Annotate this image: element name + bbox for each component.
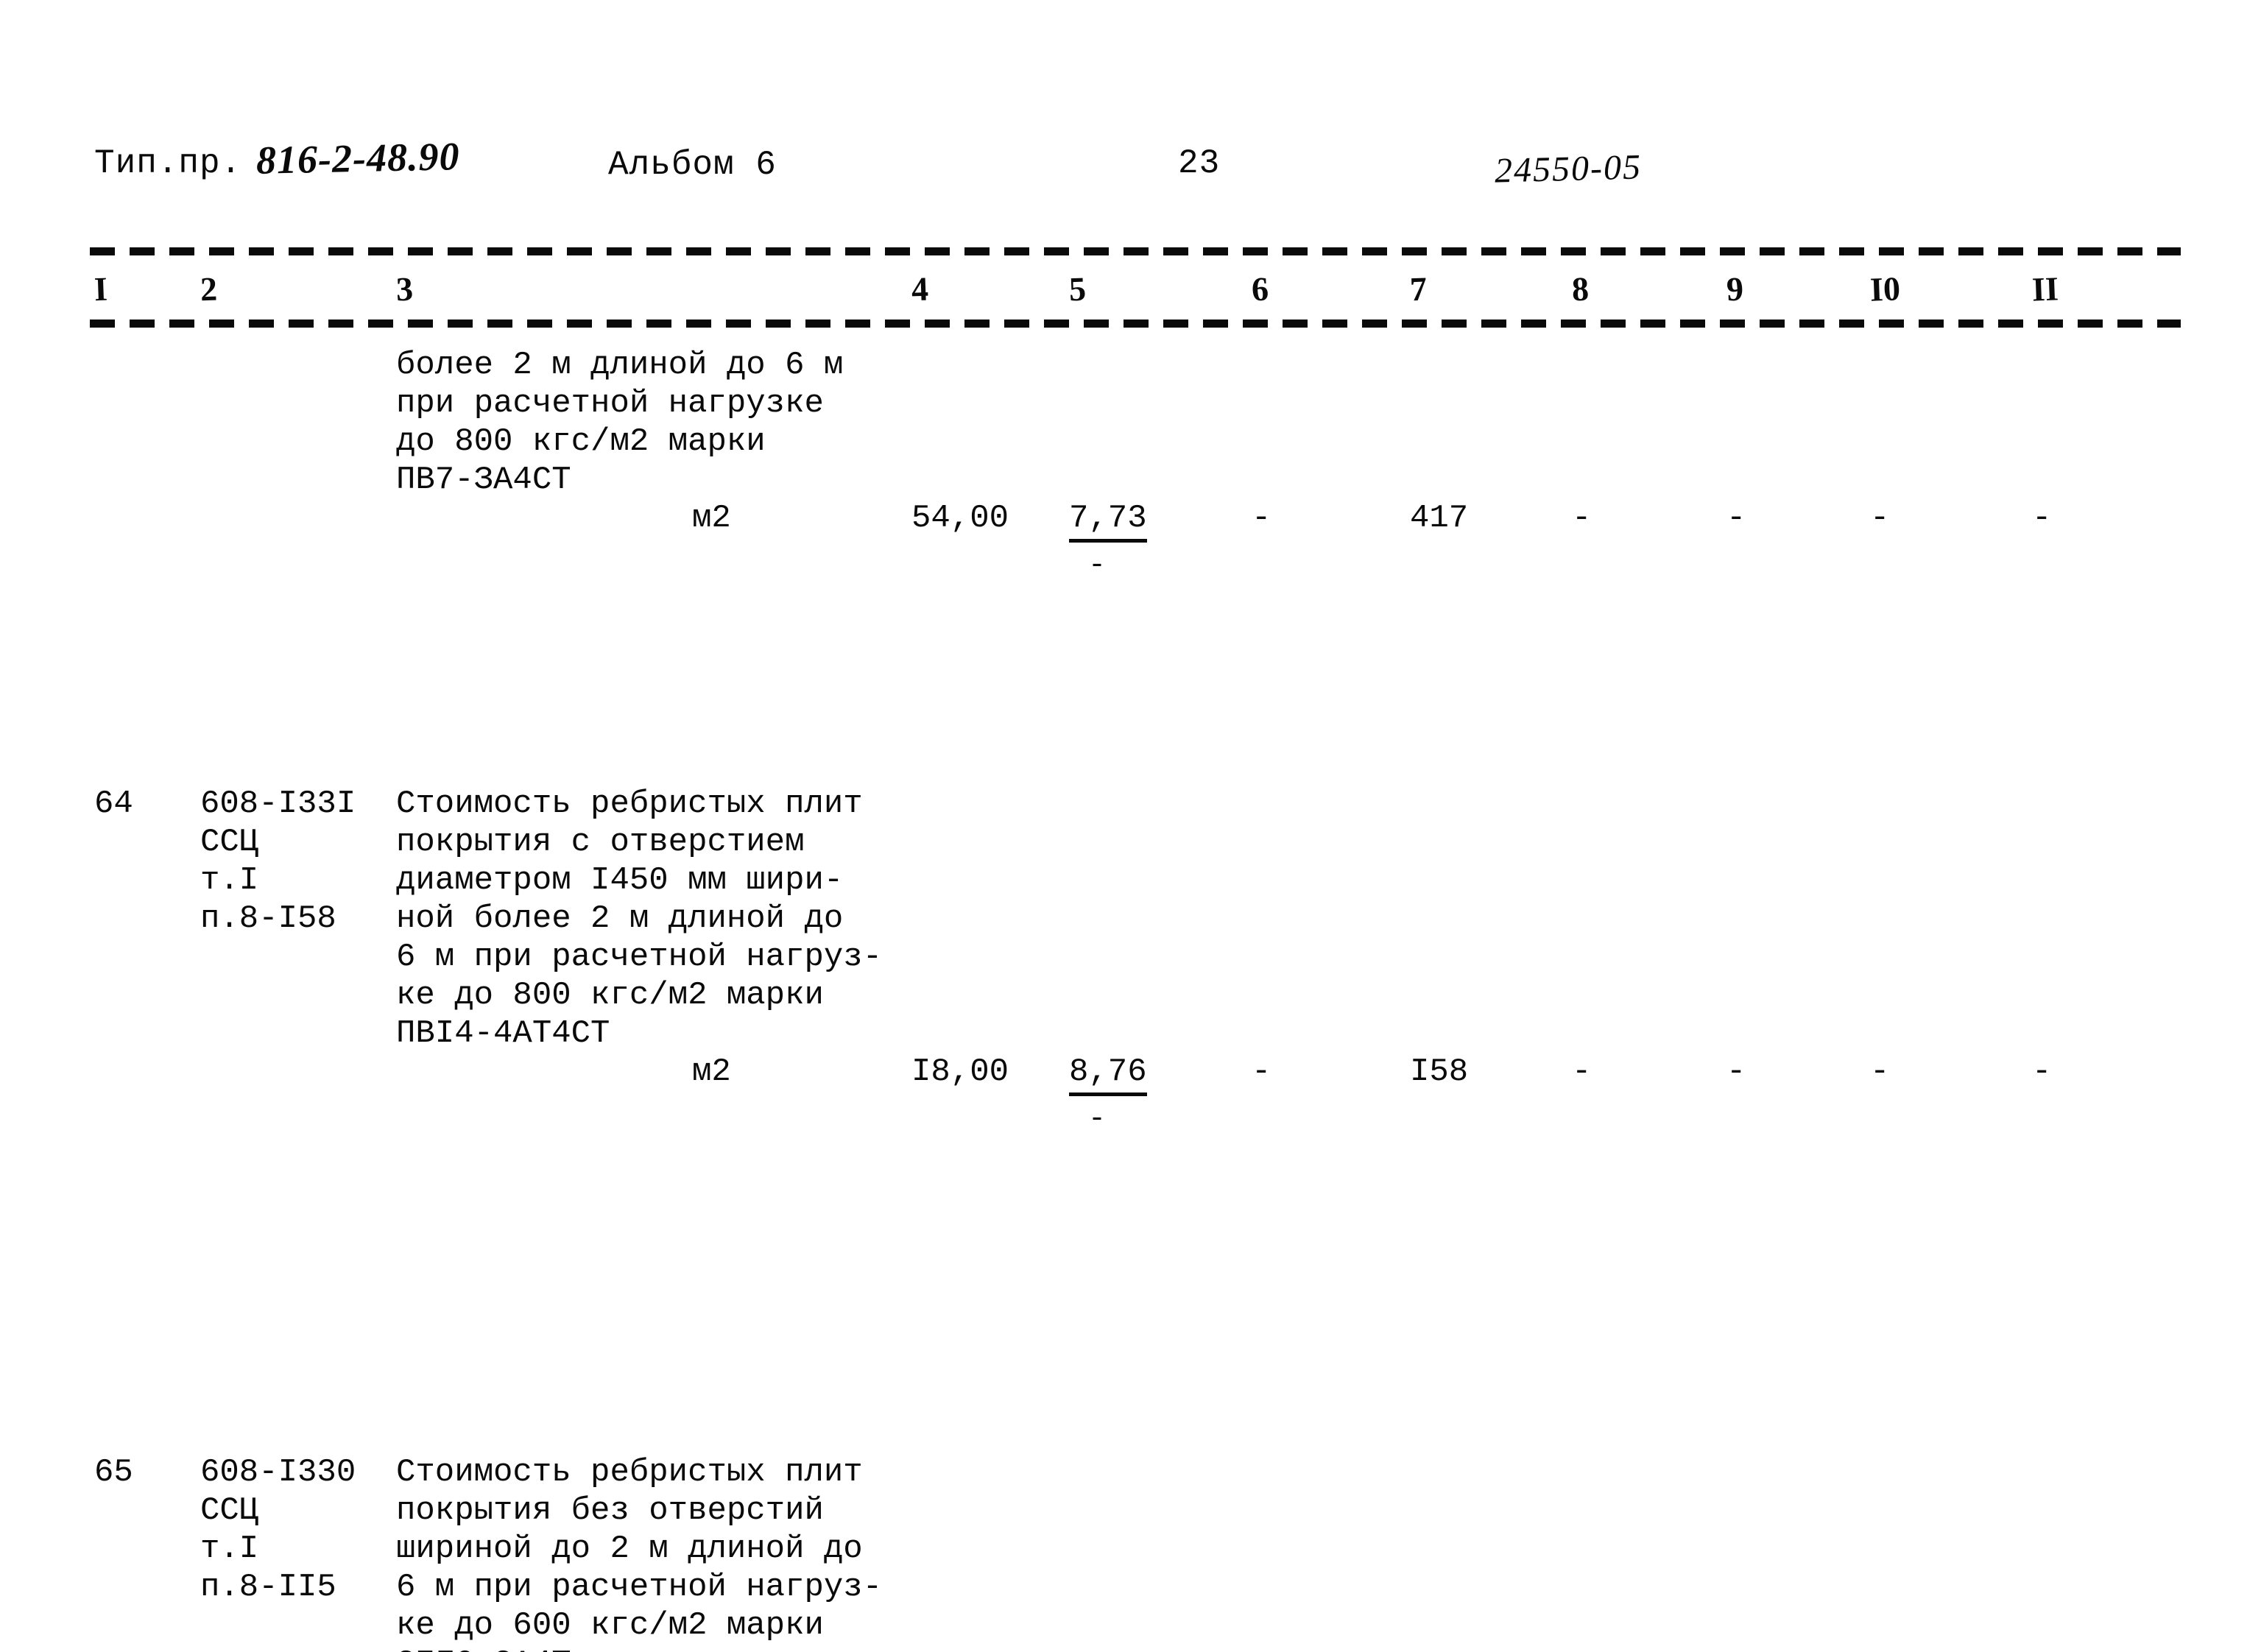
table-rule-bottom — [90, 320, 2181, 328]
row-number: 64 — [94, 786, 133, 822]
column-header-9: 9 — [1726, 269, 1744, 308]
project-type-label: Тип.пр. — [94, 144, 242, 183]
row-col11: - — [2032, 500, 2052, 537]
row-code-line: т.I — [200, 1531, 259, 1567]
row-unit-cost-numerator: 7,73 — [1069, 499, 1147, 543]
table-row: 66608-I326ССЦт.Iп.8-I42Стоимость ребрист… — [0, 1112, 2261, 1341]
scanned-document-page: Тип.пр. 816-2-48.90 Альбом 6 23 24550-05… — [0, 0, 2261, 1652]
row-description-line: 6 м при расчетной нагруз- — [396, 1569, 883, 1606]
row-code-line: ССЦ — [200, 1492, 259, 1529]
row-description-line: более 2 м длиной до 6 м — [396, 347, 844, 384]
row-description-line: покрытия без отверстий — [396, 1492, 824, 1529]
row-description-line: ПВ7-ЗА4СТ — [396, 462, 571, 498]
row-total-cost: 417 — [1410, 500, 1469, 537]
row-col10: - — [1870, 500, 1890, 537]
album-label: Альбом 6 — [608, 146, 777, 184]
row-description-line: до 800 кгс/м2 марки — [396, 423, 766, 460]
document-code: 24550-05 — [1494, 147, 1643, 191]
row-description-line: при расчетной нагрузке — [396, 385, 824, 422]
column-header-I0: I0 — [1869, 269, 1901, 308]
column-header-6: 6 — [1251, 269, 1269, 308]
table-row: 64 608-I33I ССЦ т.I п.8-I58 Стоимость ребрист… — [0, 537, 2261, 1136]
table-rule-top — [90, 247, 2181, 255]
row-col6: - — [1252, 500, 1271, 537]
column-header-II: II — [2031, 269, 2059, 308]
column-header-7: 7 — [1409, 269, 1428, 308]
row-code-line: 608-I330 — [200, 1454, 356, 1491]
project-type-code: 816-2-48.90 — [255, 134, 461, 183]
row-code-line: 608-I33I — [200, 786, 356, 822]
table-body: более 2 м длиной до 6 м при расчетной наг… — [0, 346, 2261, 1652]
table-row: более 2 м длиной до 6 м при расчетной наг… — [0, 346, 2261, 582]
table-row: 65 608-I330 ССЦ т.I п.8-II5 Стоимость ребрист… — [0, 844, 2261, 1652]
row-description-line: шириной до 2 м длиной до — [396, 1531, 863, 1567]
column-header-5: 5 — [1068, 269, 1087, 308]
column-header-2: 2 — [200, 269, 218, 308]
page-header: Тип.пр. 816-2-48.90 Альбом 6 23 24550-05 — [0, 134, 2261, 196]
row-number: 65 — [94, 1454, 133, 1491]
row-description-line: ке до 600 кгс/м2 марки — [396, 1607, 824, 1644]
row-unit: м2 — [692, 500, 731, 537]
row-col9: - — [1726, 500, 1746, 537]
column-header-3: 3 — [395, 269, 414, 308]
page-number: 23 — [1178, 144, 1221, 183]
column-header-I: I — [94, 269, 108, 308]
row-col8: - — [1572, 500, 1592, 537]
row-quantity: 54,00 — [911, 500, 1009, 537]
row-code-line: п.8-II5 — [200, 1569, 336, 1606]
row-description-line: Стоимость ребристых плит — [396, 1454, 863, 1491]
column-header-8: 8 — [1571, 269, 1590, 308]
row-description-line: 2ПГ6-2А4Т — [396, 1645, 571, 1652]
row-description-line: Стоимость ребристых плит — [396, 786, 863, 822]
column-header-4: 4 — [911, 269, 929, 308]
